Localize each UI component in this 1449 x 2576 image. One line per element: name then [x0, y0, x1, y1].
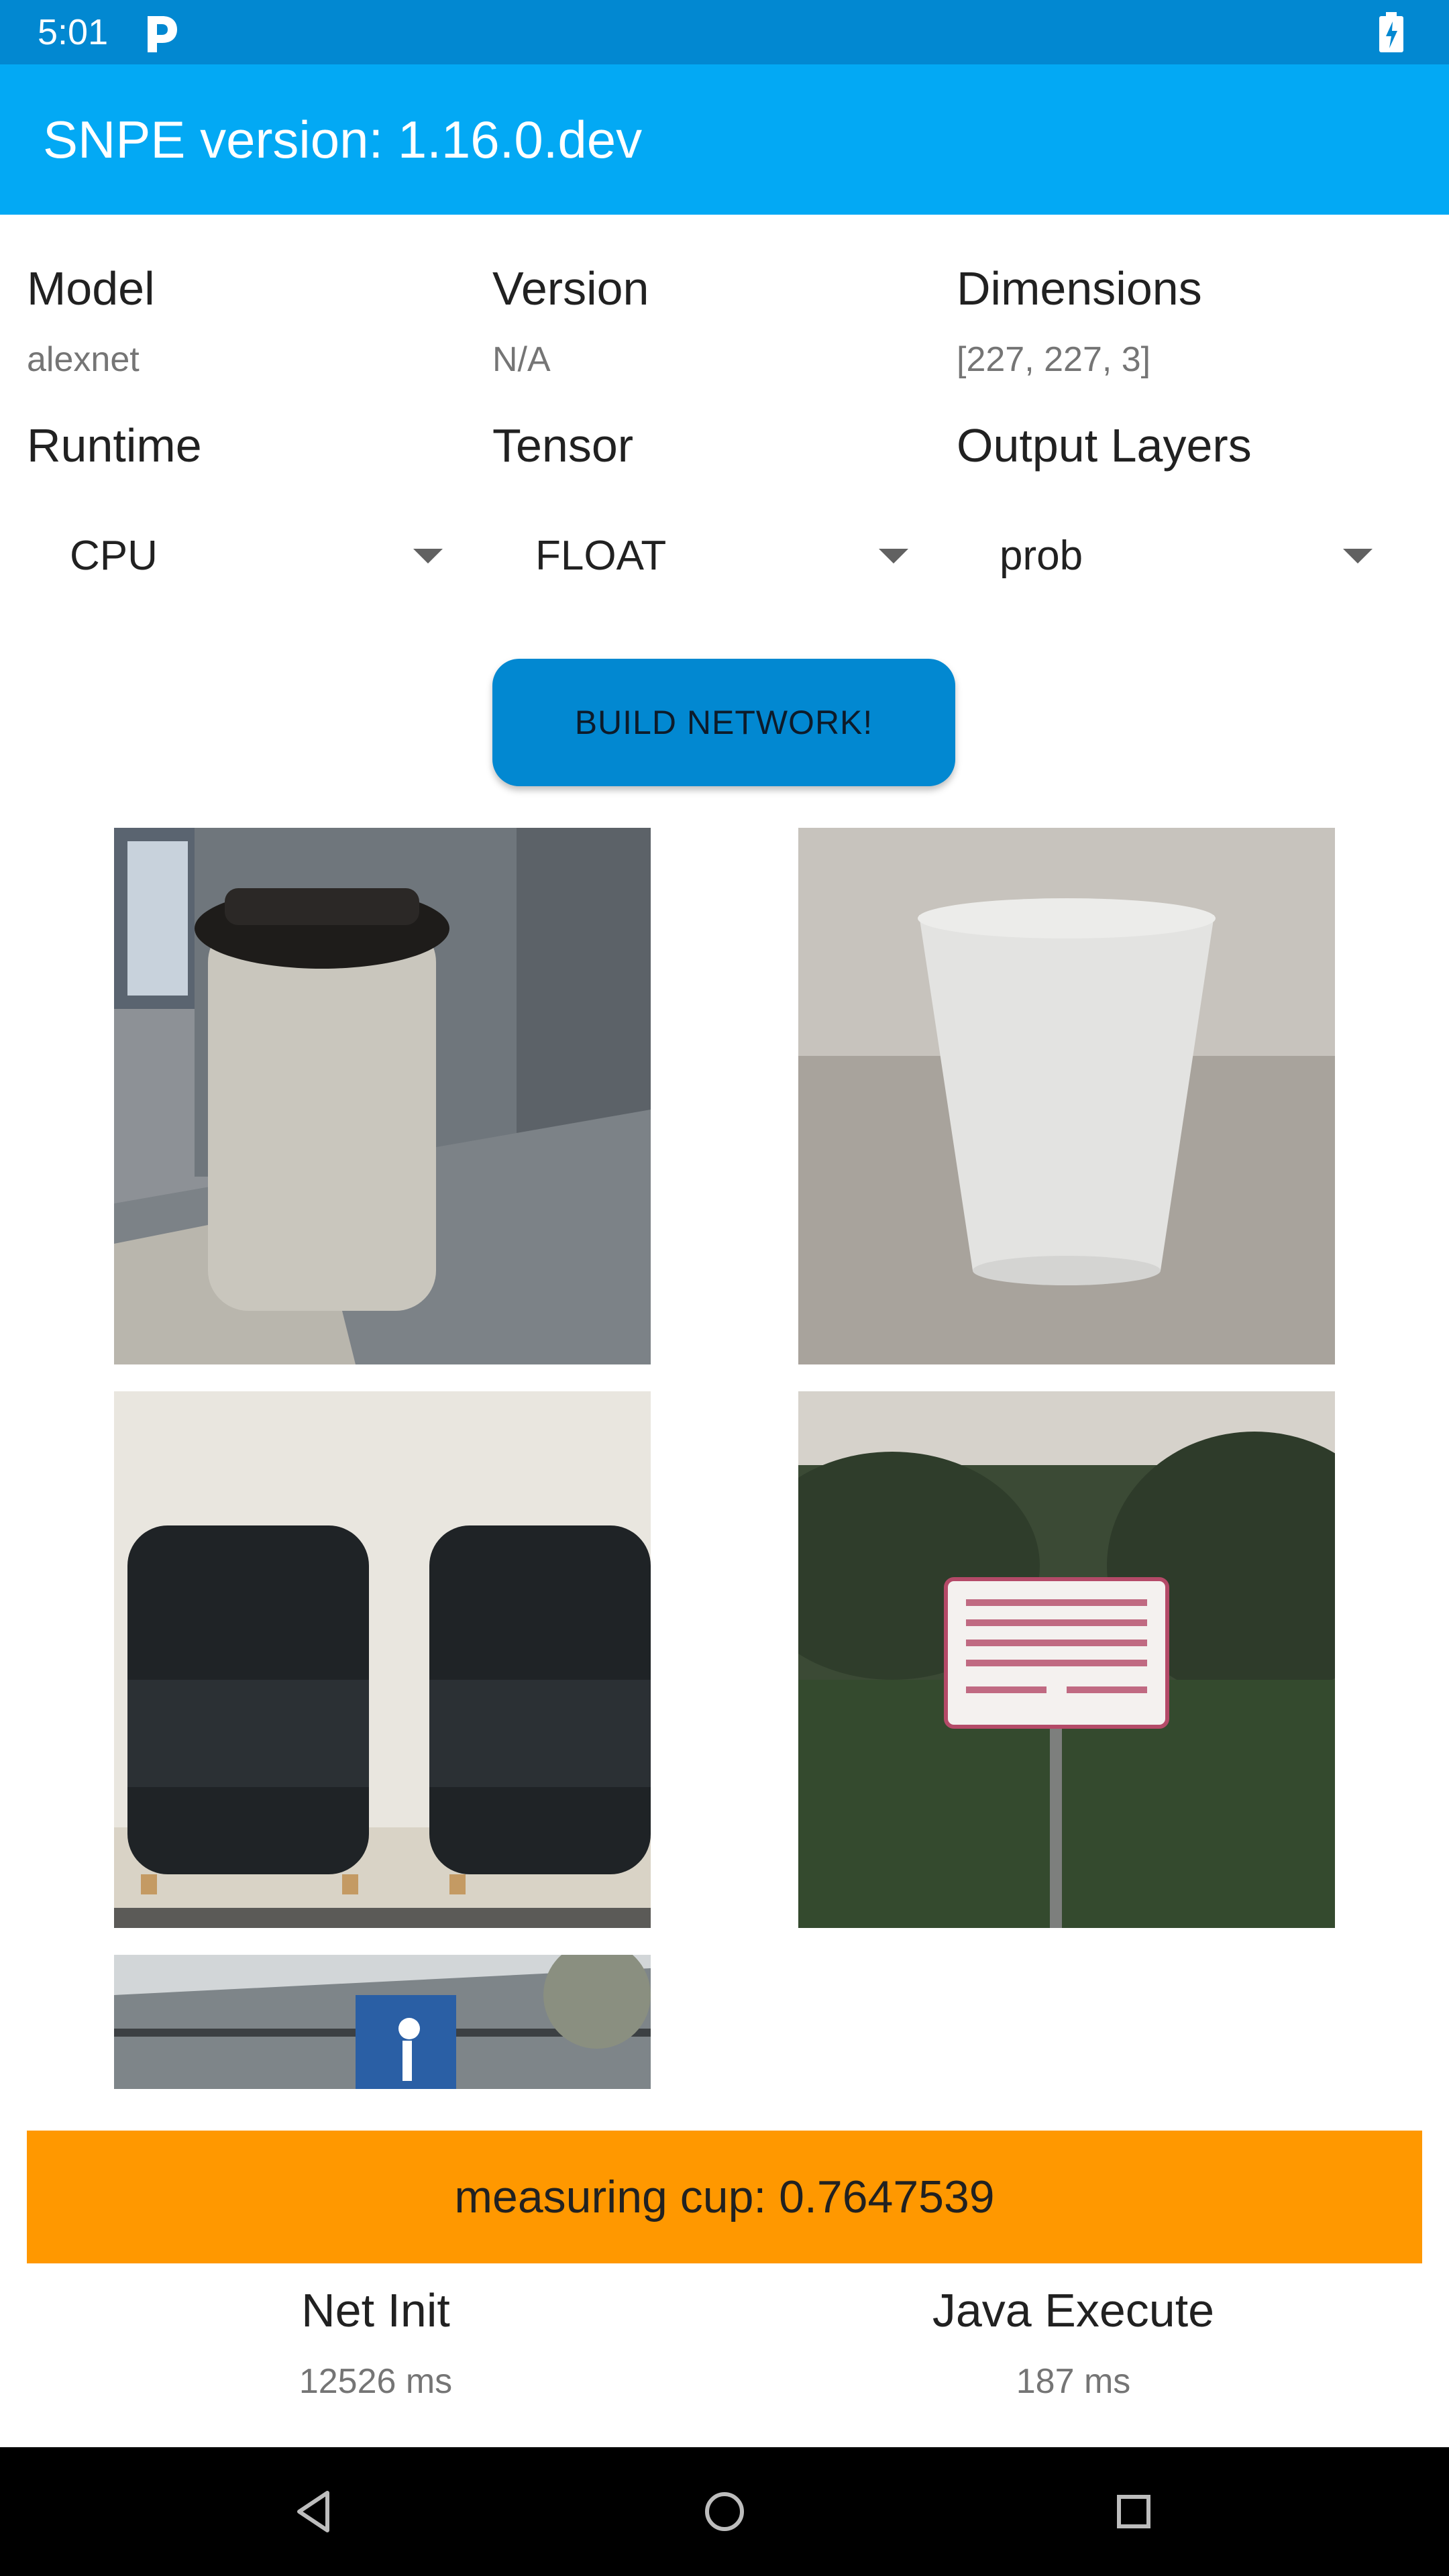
- result-banner: measuring cup: 0.7647539: [27, 2131, 1422, 2263]
- dropdown-arrow-icon: [1343, 549, 1373, 564]
- leather-chairs-image[interactable]: [114, 1391, 651, 1928]
- app-title: SNPE version: 1.16.0.dev: [43, 110, 643, 169]
- status-time: 5:01: [38, 12, 109, 52]
- navigation-bar: [0, 2447, 1449, 2576]
- model-label: Model: [27, 262, 155, 315]
- trash-can-image[interactable]: [114, 828, 651, 1364]
- result-text: measuring cup: 0.7647539: [454, 2171, 995, 2222]
- java-execute-label: Java Execute: [932, 2284, 1215, 2337]
- dropdown-arrow-icon: [879, 549, 908, 564]
- home-icon[interactable]: [698, 2485, 751, 2538]
- net-init-label: Net Init: [301, 2284, 450, 2337]
- java-execute-value: 187 ms: [1016, 2362, 1131, 2401]
- net-init-value: 12526 ms: [299, 2362, 453, 2401]
- dimensions-label: Dimensions: [957, 262, 1202, 315]
- runtime-selected: CPU: [70, 533, 158, 579]
- app-bar: SNPE version: 1.16.0.dev: [0, 64, 1449, 215]
- build-network-label: BUILD NETWORK!: [574, 704, 873, 741]
- model-value: alexnet: [27, 340, 140, 379]
- recycled-water-sign-image[interactable]: [798, 1391, 1335, 1928]
- back-icon[interactable]: [288, 2485, 342, 2538]
- recents-icon[interactable]: [1107, 2485, 1161, 2538]
- battery-charging-icon: [1379, 12, 1403, 52]
- tensor-spinner[interactable]: FLOAT: [492, 515, 922, 596]
- runtime-label: Runtime: [27, 419, 202, 472]
- dimensions-value: [227, 227, 3]: [957, 340, 1151, 379]
- tensor-label: Tensor: [492, 419, 634, 472]
- build-network-button[interactable]: BUILD NETWORK!: [492, 659, 955, 786]
- tensor-selected: FLOAT: [535, 533, 667, 579]
- version-value: N/A: [492, 340, 551, 379]
- plastic-cup-image[interactable]: [798, 828, 1335, 1364]
- output-layers-label: Output Layers: [957, 419, 1252, 472]
- output-layers-selected: prob: [1000, 533, 1083, 579]
- dropdown-arrow-icon: [413, 549, 443, 564]
- parking-p-icon: [148, 16, 177, 52]
- status-bar: 5:01: [0, 0, 1449, 64]
- parking-sign-image[interactable]: [114, 1955, 651, 2089]
- output-layers-spinner[interactable]: prob: [957, 515, 1386, 596]
- version-label: Version: [492, 262, 649, 315]
- runtime-spinner[interactable]: CPU: [27, 515, 456, 596]
